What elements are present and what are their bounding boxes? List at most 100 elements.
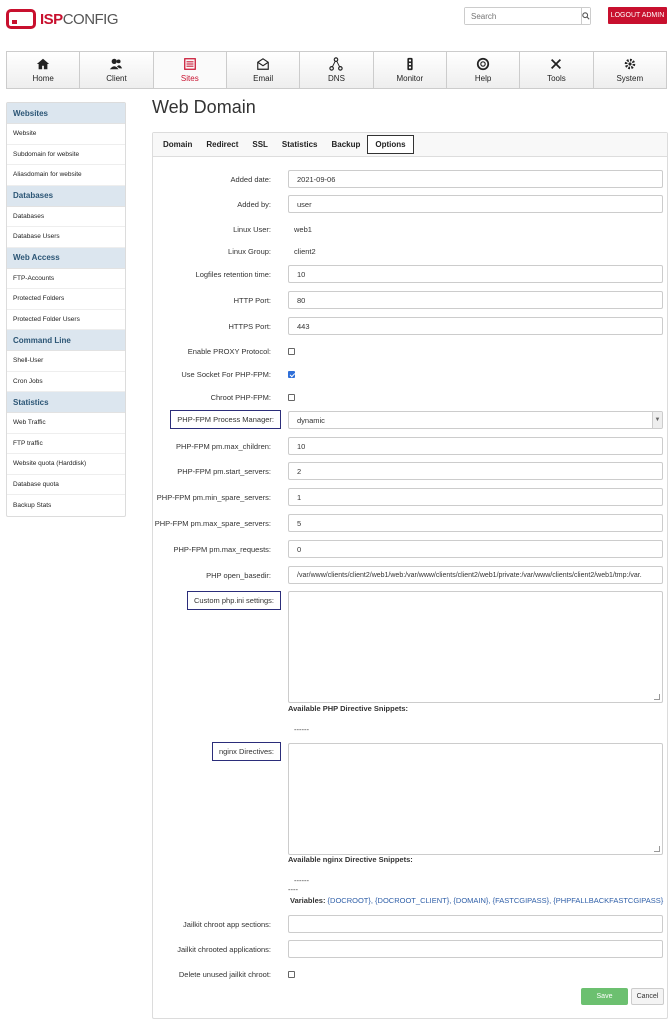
proxy-protocol-label: Enable PROXY Protocol: <box>187 347 271 356</box>
cancel-button[interactable]: Cancel <box>631 988 664 1005</box>
jailkit-sections-field[interactable] <box>288 915 663 933</box>
search-button[interactable] <box>581 8 590 24</box>
sidebar-item-website[interactable]: Website <box>7 124 125 145</box>
sidebar-item-protected-folder-users[interactable]: Protected Folder Users <box>7 310 125 330</box>
logo-icon <box>6 9 36 29</box>
sidebar-item-ftp-traffic[interactable]: FTP traffic <box>7 434 125 454</box>
search-box <box>464 7 591 25</box>
custom-php-ini-label: Custom php.ini settings: <box>186 591 281 610</box>
added-by-label: Added by: <box>237 200 271 209</box>
sidebar-item-database-users[interactable]: Database Users <box>7 227 125 248</box>
tab-redirect[interactable]: Redirect <box>199 136 245 153</box>
sidebar-item-subdomain[interactable]: Subdomain for website <box>7 145 125 165</box>
added-by-field[interactable]: user <box>288 195 663 213</box>
tools-icon <box>551 59 562 69</box>
nav-client[interactable]: Client <box>80 52 154 88</box>
nginx-snippets-value-2: ---- <box>288 885 298 894</box>
home-icon <box>37 58 50 70</box>
nginx-snippets-label: Available nginx Directive Snippets: <box>288 855 413 864</box>
nav-label: Sites <box>180 74 199 83</box>
use-socket-checkbox[interactable] <box>288 371 295 378</box>
chroot-php-fpm-checkbox[interactable] <box>288 394 295 401</box>
linux-user-value: web1 <box>294 225 312 234</box>
start-servers-label: PHP-FPM pm.start_servers: <box>177 467 271 476</box>
linux-user-label: Linux User: <box>233 225 271 234</box>
nav-system[interactable]: System <box>594 52 666 88</box>
nav-label: Client <box>106 74 127 83</box>
nav-tools[interactable]: Tools <box>520 52 594 88</box>
process-manager-label: PHP-FPM Process Manager: <box>170 410 281 429</box>
sidebar-heading-web-access: Web Access <box>7 247 125 269</box>
delete-jailkit-checkbox[interactable] <box>288 971 295 978</box>
sidebar-item-web-traffic[interactable]: Web Traffic <box>7 413 125 434</box>
variables-list: {DOCROOT}, {DOCROOT_CLIENT}, {DOMAIN}, {… <box>327 896 664 905</box>
sidebar-item-database-quota[interactable]: Database quota <box>7 475 125 495</box>
max-children-field[interactable]: 10 <box>288 437 663 455</box>
max-spare-servers-field[interactable]: 5 <box>288 514 663 532</box>
tab-domain[interactable]: Domain <box>156 136 199 153</box>
added-date-label: Added date: <box>230 175 271 184</box>
nav-label: DNS <box>328 74 345 83</box>
https-port-field[interactable]: 443 <box>288 317 663 335</box>
mail-icon <box>257 58 269 70</box>
tab-options[interactable]: Options <box>367 135 414 154</box>
open-basedir-field[interactable]: /var/www/clients/client2/web1/web:/var/w… <box>288 566 663 584</box>
sidebar-item-shell-user[interactable]: Shell-User <box>7 351 125 372</box>
nav-monitor[interactable]: Monitor <box>374 52 447 88</box>
logout-button[interactable]: LOGOUT ADMIN <box>608 7 667 24</box>
max-spare-servers-label: PHP-FPM pm.max_spare_servers: <box>154 519 271 528</box>
nav-email[interactable]: Email <box>227 52 301 88</box>
proxy-protocol-checkbox[interactable] <box>288 348 295 355</box>
sidebar-heading-databases: Databases <box>7 185 125 207</box>
nav-home[interactable]: Home <box>7 52 81 88</box>
ispconfig-logo[interactable]: ISPCONFIG <box>6 8 119 30</box>
start-servers-field[interactable]: 2 <box>288 462 663 480</box>
traffic-light-icon <box>407 57 413 71</box>
tab-ssl[interactable]: SSL <box>245 136 275 153</box>
delete-jailkit-label: Delete unused jailkit chroot: <box>178 970 271 979</box>
save-button[interactable]: Save <box>581 988 628 1005</box>
web-domain-form: Domain Redirect SSL Statistics Backup Op… <box>152 132 668 1019</box>
sidebar-item-backup-stats[interactable]: Backup Stats <box>7 495 125 516</box>
sidebar-item-protected-folders[interactable]: Protected Folders <box>7 289 125 310</box>
max-children-label: PHP-FPM pm.max_children: <box>175 442 271 451</box>
tab-backup[interactable]: Backup <box>325 136 368 153</box>
custom-php-ini-textarea[interactable] <box>288 591 663 703</box>
nav-sites[interactable]: Sites <box>153 52 227 88</box>
nginx-directives-label: nginx Directives: <box>211 742 281 761</box>
max-requests-label: PHP-FPM pm.max_requests: <box>173 545 271 554</box>
linux-group-label: Linux Group: <box>228 247 271 256</box>
network-icon <box>329 57 344 71</box>
min-spare-servers-label: PHP-FPM pm.min_spare_servers: <box>156 493 271 502</box>
variables-label: Variables: <box>290 896 326 905</box>
sidebar-item-aliasdomain[interactable]: Aliasdomain for website <box>7 165 125 186</box>
sidebar: Websites Website Subdomain for website A… <box>6 102 126 517</box>
php-snippets-label: Available PHP Directive Snippets: <box>288 704 409 713</box>
max-requests-field[interactable]: 0 <box>288 540 663 558</box>
sidebar-item-website-quota[interactable]: Website quota (Harddisk) <box>7 454 125 475</box>
sidebar-item-ftp-accounts[interactable]: FTP-Accounts <box>7 269 125 289</box>
tab-statistics[interactable]: Statistics <box>275 136 325 153</box>
sidebar-item-databases[interactable]: Databases <box>7 207 125 227</box>
gear-icon <box>624 58 636 70</box>
linux-group-value: client2 <box>294 247 316 256</box>
jailkit-sections-label: Jailkit chroot app sections: <box>183 920 271 929</box>
jailkit-apps-label: Jailkit chrooted applications: <box>177 945 271 954</box>
min-spare-servers-field[interactable]: 1 <box>288 488 663 506</box>
sidebar-heading-websites: Websites <box>7 103 125 124</box>
jailkit-apps-field[interactable] <box>288 940 663 958</box>
variables-line: Variables: {DOCROOT}, {DOCROOT_CLIENT}, … <box>290 896 663 905</box>
process-manager-select[interactable]: dynamic ▼ <box>288 411 663 429</box>
chroot-php-fpm-label: Chroot PHP-FPM: <box>210 393 271 402</box>
nav-label: System <box>616 74 644 83</box>
nginx-directives-textarea[interactable] <box>288 743 663 855</box>
process-manager-value: dynamic <box>297 415 325 425</box>
sidebar-item-cron-jobs[interactable]: Cron Jobs <box>7 372 125 392</box>
added-date-field[interactable]: 2021-09-06 <box>288 170 663 188</box>
nav-dns[interactable]: DNS <box>300 52 374 88</box>
logfiles-retention-field[interactable]: 10 <box>288 265 663 283</box>
search-input[interactable] <box>465 8 581 24</box>
page-title: Web Domain <box>152 97 256 117</box>
http-port-field[interactable]: 80 <box>288 291 663 309</box>
nav-help[interactable]: Help <box>447 52 521 88</box>
